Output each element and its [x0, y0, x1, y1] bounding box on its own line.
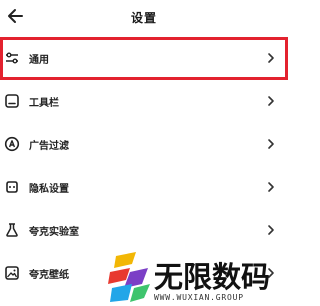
settings-item-label: 夸克壁纸 — [29, 270, 69, 281]
ad-filter-icon — [4, 136, 20, 152]
settings-item-label: 隐私设置 — [29, 184, 69, 195]
page-title: 设置 — [130, 11, 157, 25]
settings-item-label: 夸克实验室 — [29, 227, 79, 238]
header: 设置 — [0, 0, 288, 36]
chevron-right-icon — [268, 182, 274, 192]
settings-item-label: 通用 — [29, 55, 49, 66]
chevron-right-icon — [268, 225, 274, 235]
watermark-title: 无限数码 — [154, 260, 271, 294]
sliders-icon — [6, 52, 18, 64]
chevron-right-icon — [268, 96, 274, 106]
settings-item-general[interactable]: 通用 — [0, 37, 288, 80]
chevron-right-icon — [268, 53, 274, 63]
flask-icon — [6, 223, 18, 237]
watermark-url: WWW.WUXIAN.GROUP — [154, 293, 244, 302]
settings-item-label: 工具栏 — [29, 98, 59, 109]
watermark: 无限数码 WWW.WUXIAN.GROUP — [104, 248, 288, 306]
settings-item-label: 广告过滤 — [29, 141, 69, 152]
settings-item-privacy[interactable]: 隐私设置 — [0, 166, 288, 209]
chevron-right-icon — [268, 139, 274, 149]
settings-item-toolbar[interactable]: 工具栏 — [0, 80, 288, 123]
privacy-icon — [6, 181, 18, 193]
wallpaper-icon — [5, 266, 19, 280]
settings-item-lab[interactable]: 夸克实验室 — [0, 209, 288, 252]
settings-item-ad-filter[interactable]: 广告过滤 — [0, 123, 288, 166]
watermark-logo — [108, 252, 150, 302]
toolbar-icon — [5, 94, 19, 108]
